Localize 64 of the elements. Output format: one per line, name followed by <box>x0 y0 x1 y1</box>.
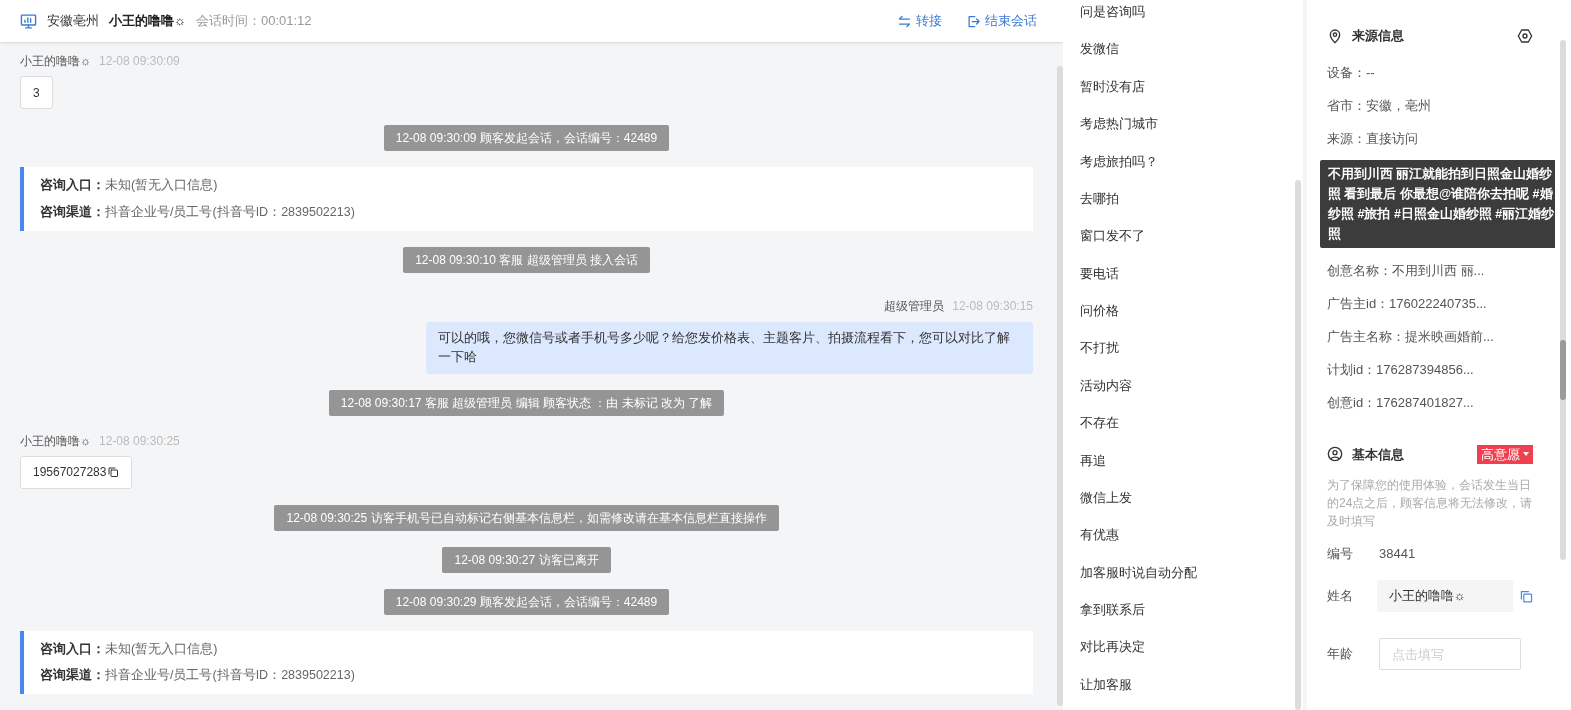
session-duration: 会话时间：00:01:12 <box>195 12 312 31</box>
field-value: 未知(暂无入口信息) <box>105 177 218 194</box>
info-row-text: 创意名称：不用到川西 丽... <box>1327 261 1486 280</box>
system-notice: 12-08 09:30:09 顾客发起会话，会话编号：42489 <box>383 125 670 151</box>
quick-reply-item[interactable]: 去哪拍 <box>1080 186 1303 225</box>
quick-reply-item[interactable]: 微信上发 <box>1080 485 1303 524</box>
info-row-text: 创意id：176287401827... <box>1327 393 1475 412</box>
field-value: 抖音企业号/员工号(抖音号ID：2839502213) <box>105 667 355 685</box>
info-row-text: 计划id：176287394856... <box>1327 360 1475 379</box>
field-label: 年龄 <box>1327 645 1354 664</box>
system-notice: 12-08 09:30:25 访客手机号已自动标记右侧基本信息栏，如需修改请在基本信息栏直接操作 <box>274 504 779 531</box>
quick-reply-item[interactable]: 发微信 <box>1080 37 1303 75</box>
quick-reply-item[interactable]: 有优惠 <box>1080 523 1303 561</box>
system-notice: 12-08 09:30:10 客服 超级管理员 接入会话 <box>403 246 650 273</box>
sender-name: 超级管理员 <box>884 297 945 315</box>
end-session-button[interactable]: 结束会话 <box>966 11 1037 31</box>
section-title: 基本信息 <box>1352 445 1404 464</box>
field-value: 未知(暂无入口信息) <box>105 640 218 658</box>
quick-reply-item[interactable]: 拿到联系后 <box>1080 598 1303 636</box>
quick-reply-item[interactable]: 不打扰 <box>1080 336 1303 374</box>
quick-reply-item[interactable]: 问是咨询吗 <box>1080 0 1303 38</box>
message-bubble: 19567027283 <box>20 455 133 489</box>
quick-reply-item[interactable]: 再追 <box>1080 448 1303 486</box>
sender-name: 小王的噜噜☼ <box>20 53 91 70</box>
field-label: 咨询渠道： <box>40 667 105 685</box>
location-label: 安徽亳州 <box>47 12 99 31</box>
quick-reply-item[interactable]: 加客服时说自动分配 <box>1080 560 1303 598</box>
quick-reply-item[interactable]: 要电话 <box>1080 261 1303 299</box>
name-field[interactable]: 小王的噜噜☼ <box>1376 580 1513 612</box>
customer-name: 小王的噜噜☼ <box>109 12 186 31</box>
info-row-text: 来源：直接访问 <box>1327 129 1419 148</box>
quick-reply-item[interactable]: 不存在 <box>1080 411 1303 449</box>
field-label: 咨询入口： <box>40 640 105 658</box>
quick-reply-item[interactable]: 活动内容 <box>1080 373 1303 412</box>
field-label: 咨询渠道： <box>40 203 105 221</box>
section-title: 来源信息 <box>1352 27 1404 45</box>
info-row-text: 设备：-- <box>1327 63 1376 82</box>
message-time: 12-08 09:30:15 <box>952 297 1033 315</box>
sender-name: 小王的噜噜☼ <box>20 432 91 450</box>
info-row-text: 广告主id：176022240735... <box>1327 294 1488 313</box>
field-label: 咨询入口： <box>40 177 105 194</box>
quick-reply-item[interactable]: 问价格 <box>1080 299 1303 337</box>
quick-reply-item[interactable]: 让加客服 <box>1080 672 1303 710</box>
info-row-text: 广告主名称：提米映画婚前... <box>1327 327 1495 346</box>
system-notice: 12-08 09:30:27 访客已离开 <box>442 546 611 573</box>
transfer-button[interactable]: 转接 <box>897 11 942 31</box>
quick-reply-item[interactable]: 对比再决定 <box>1080 635 1303 673</box>
message-time: 12-08 09:30:25 <box>99 432 180 450</box>
field-value: 38441 <box>1379 545 1416 564</box>
intent-badge[interactable]: 高意愿 <box>1477 444 1533 464</box>
system-notice: 12-08 09:30:29 顾客发起会话，会话编号：42489 <box>383 588 670 615</box>
message-time: 12-08 09:30:09 <box>99 53 180 70</box>
field-label: 姓名 <box>1327 587 1354 606</box>
info-row-text: 省市：安徽，亳州 <box>1327 96 1432 115</box>
message-bubble: 3 <box>20 76 53 109</box>
quick-reply-item[interactable]: 考虑旅拍吗？ <box>1080 149 1303 187</box>
message-bubble: 可以的哦，您微信号或者手机号多少呢？给您发价格表、主题客片、拍摄流程看下，您可以对比了解一下哈 <box>426 321 1033 374</box>
notice-text: 为了保障您的使用体验，会话发生当日的24点之后，顾客信息将无法修改，请及时填写 <box>1327 477 1533 530</box>
system-notice: 12-08 09:30:17 客服 超级管理员 编辑 顾客状态 ：由 未标记 改为 了解 <box>328 389 725 416</box>
field-value: 抖音企业号/员工号(抖音号ID：2839502213) <box>105 203 355 221</box>
quick-reply-item[interactable]: 窗口发不了 <box>1080 224 1303 262</box>
quick-reply-item[interactable]: 暂时没有店 <box>1080 74 1303 113</box>
quick-reply-item[interactable]: 考虑热门城市 <box>1080 112 1303 150</box>
field-label: 编号 <box>1327 545 1354 564</box>
